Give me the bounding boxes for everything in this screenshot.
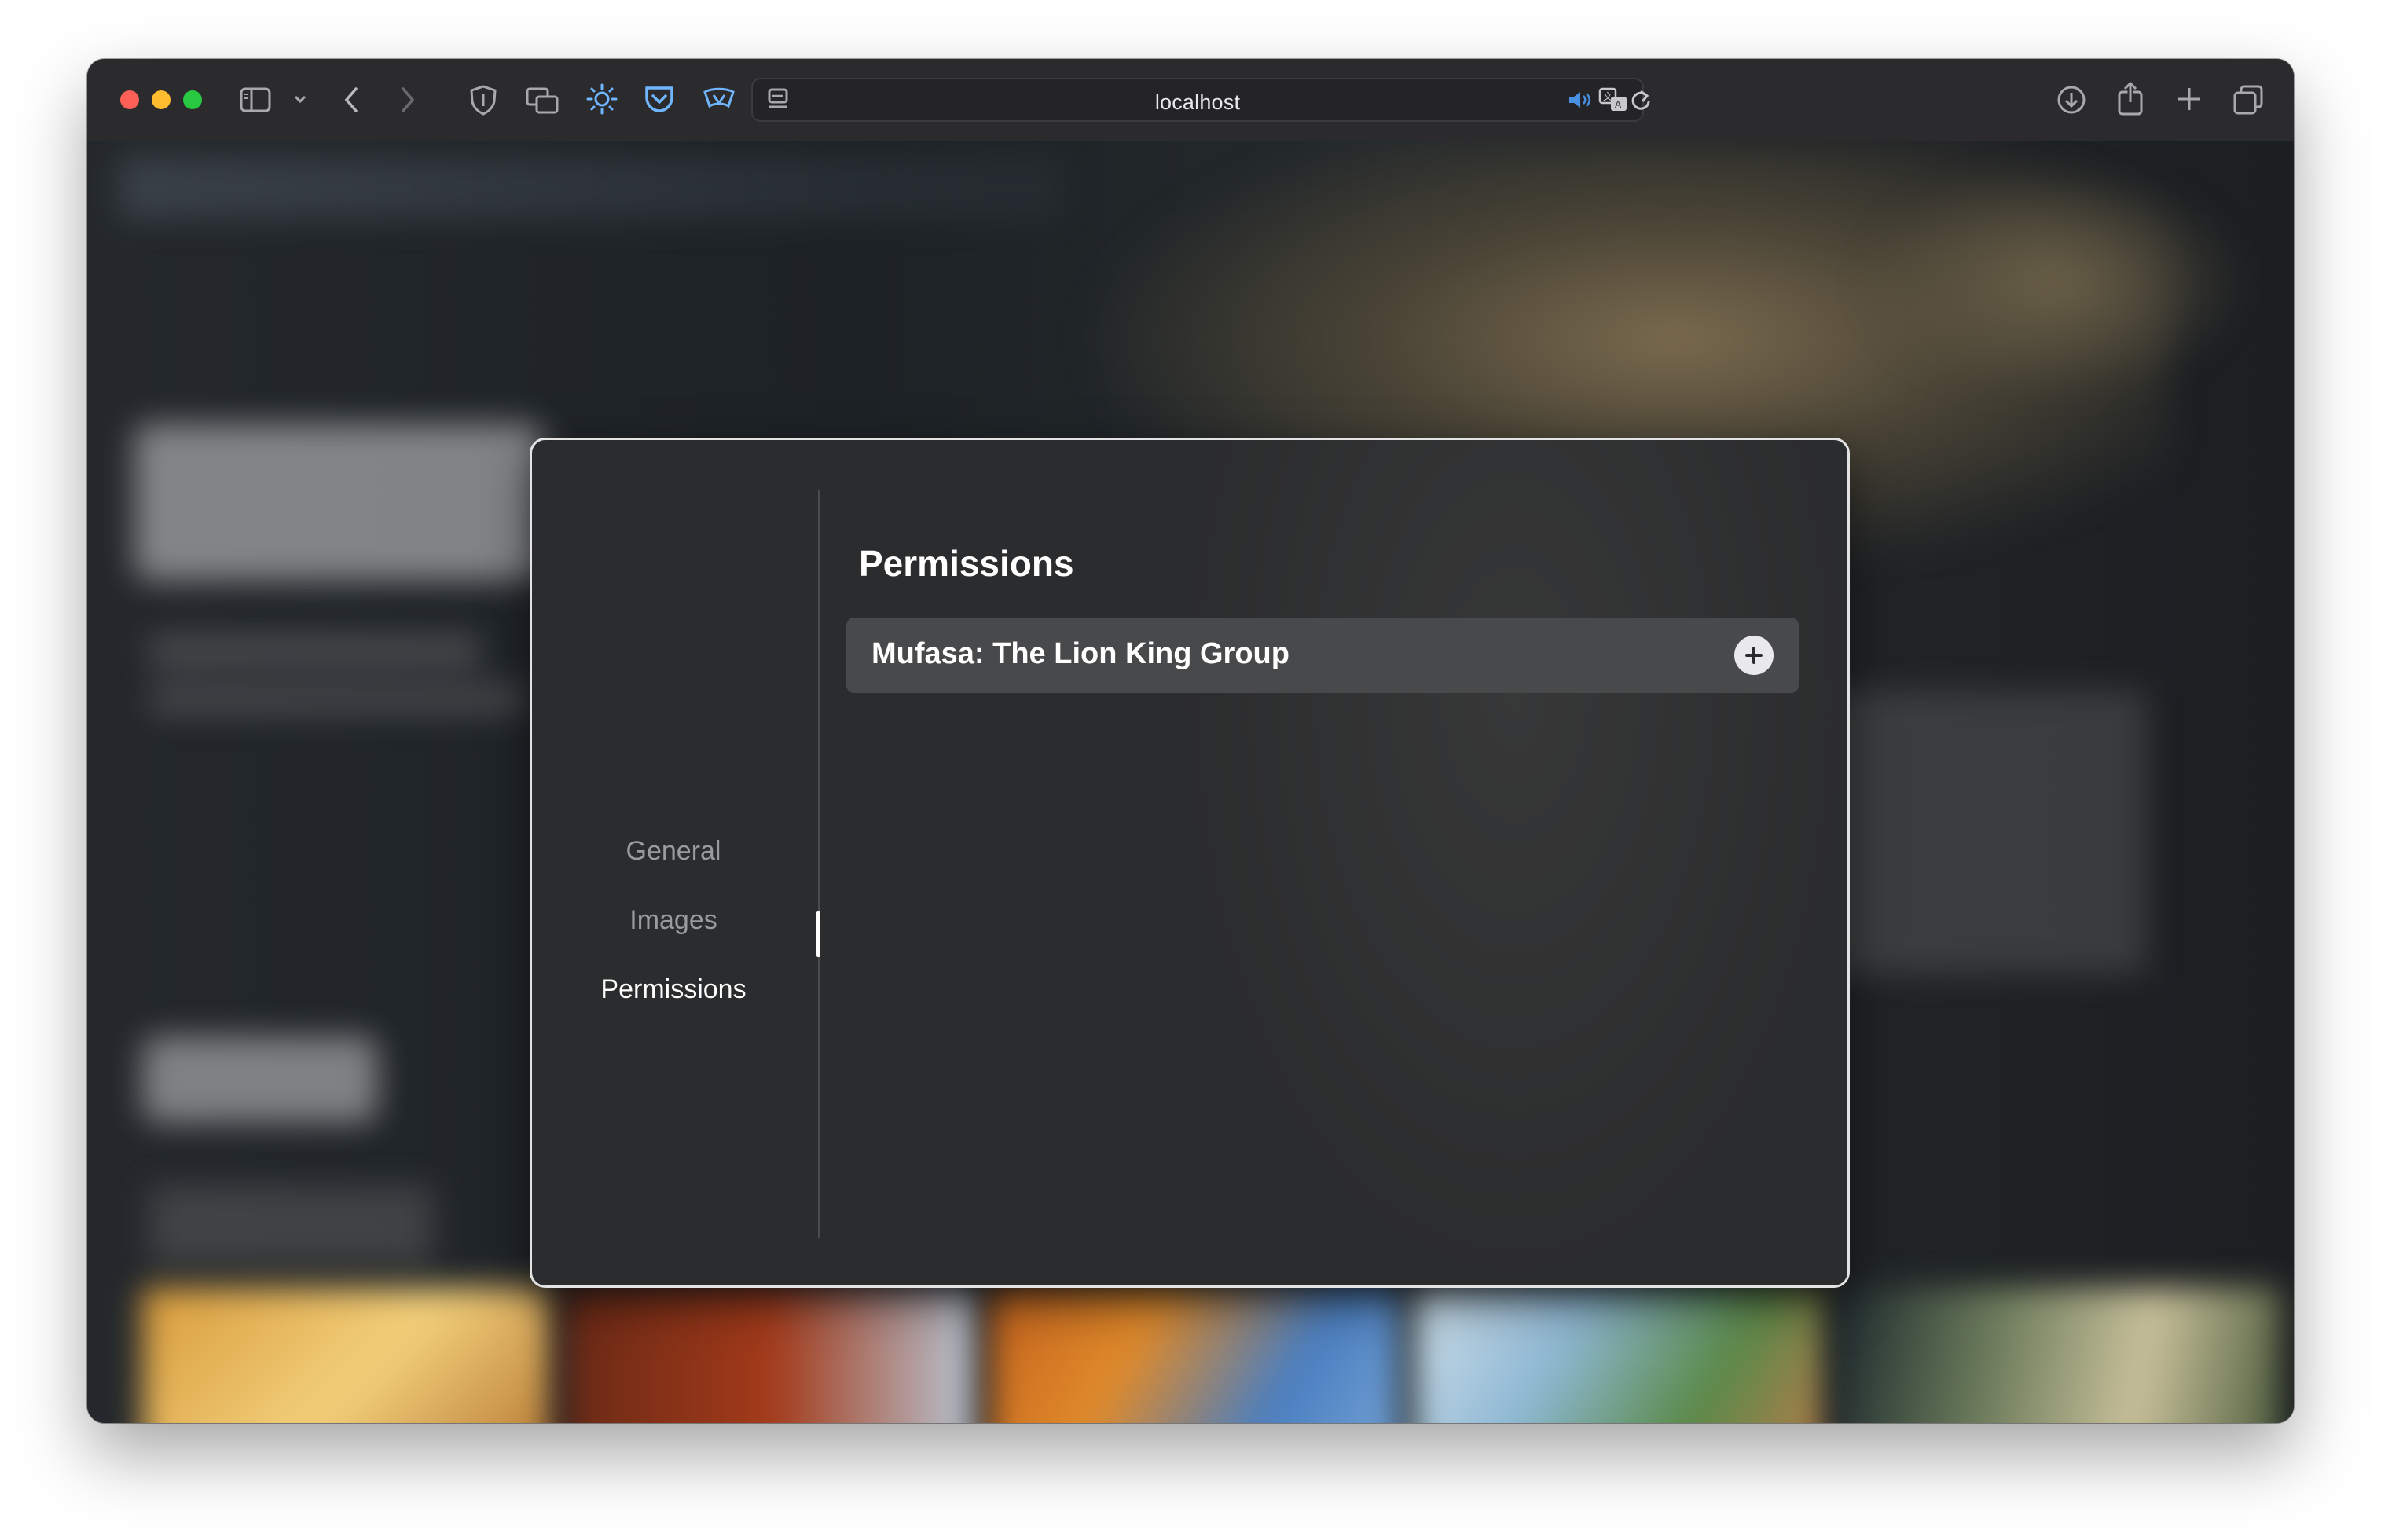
download-icon[interactable]: [2056, 84, 2087, 116]
pocket-icon[interactable]: [644, 84, 675, 114]
permission-group-label: Mufasa: The Lion King Group: [871, 637, 1290, 670]
chevron-down-icon[interactable]: [293, 94, 307, 104]
close-window-button[interactable]: [120, 90, 139, 109]
section-title: Permissions: [859, 543, 1074, 584]
active-nav-indicator: [816, 911, 820, 957]
nav-bar-blurred: [119, 156, 1062, 219]
nav-item-permissions[interactable]: Permissions: [532, 974, 815, 1005]
nav-item-general[interactable]: General: [532, 836, 815, 867]
speaker-icon[interactable]: [1567, 89, 1592, 111]
svg-text:文: 文: [1603, 90, 1612, 102]
nav-item-images[interactable]: Images: [532, 905, 815, 936]
browser-window: localhost 文A General Images Permissions …: [87, 59, 2294, 1423]
forward-icon[interactable]: [398, 86, 417, 114]
thumbnail-5: [1840, 1288, 2280, 1423]
plus-icon[interactable]: [2176, 86, 2203, 112]
tabs-overview-icon[interactable]: [2232, 84, 2264, 116]
thumbnail-2: [567, 1288, 975, 1423]
nav-divider: [818, 490, 820, 1238]
address-bar[interactable]: localhost 文A: [751, 78, 1650, 122]
plus-circle-icon[interactable]: [1734, 636, 1774, 675]
browser-toolbar: localhost 文A: [87, 59, 2294, 142]
url-text[interactable]: localhost: [753, 90, 1642, 115]
translate-icon[interactable]: 文A: [1598, 87, 1628, 112]
play-button-blurred: [142, 1036, 378, 1123]
back-icon[interactable]: [342, 86, 361, 114]
sun-icon[interactable]: [585, 82, 618, 116]
minimize-window-button[interactable]: [152, 90, 171, 109]
zoom-window-button[interactable]: [183, 90, 202, 109]
share-icon[interactable]: [2116, 81, 2144, 116]
thumbnail-4: [1415, 1288, 1824, 1423]
tabs-icon[interactable]: [526, 86, 559, 114]
shield-icon[interactable]: [468, 84, 498, 116]
thumbnail-1: [142, 1288, 551, 1423]
sidebar-icon[interactable]: [240, 87, 271, 112]
reload-icon[interactable]: [1630, 89, 1652, 112]
permission-row[interactable]: Mufasa: The Lion King Group: [846, 618, 1799, 693]
svg-text:A: A: [1615, 99, 1622, 110]
settings-modal: General Images Permissions Permissions M…: [530, 438, 1850, 1288]
title-logo-blurred: [134, 424, 543, 581]
extension-icon[interactable]: [703, 86, 736, 112]
page-background: General Images Permissions Permissions M…: [87, 141, 2294, 1423]
thumbnail-3: [991, 1288, 1400, 1423]
